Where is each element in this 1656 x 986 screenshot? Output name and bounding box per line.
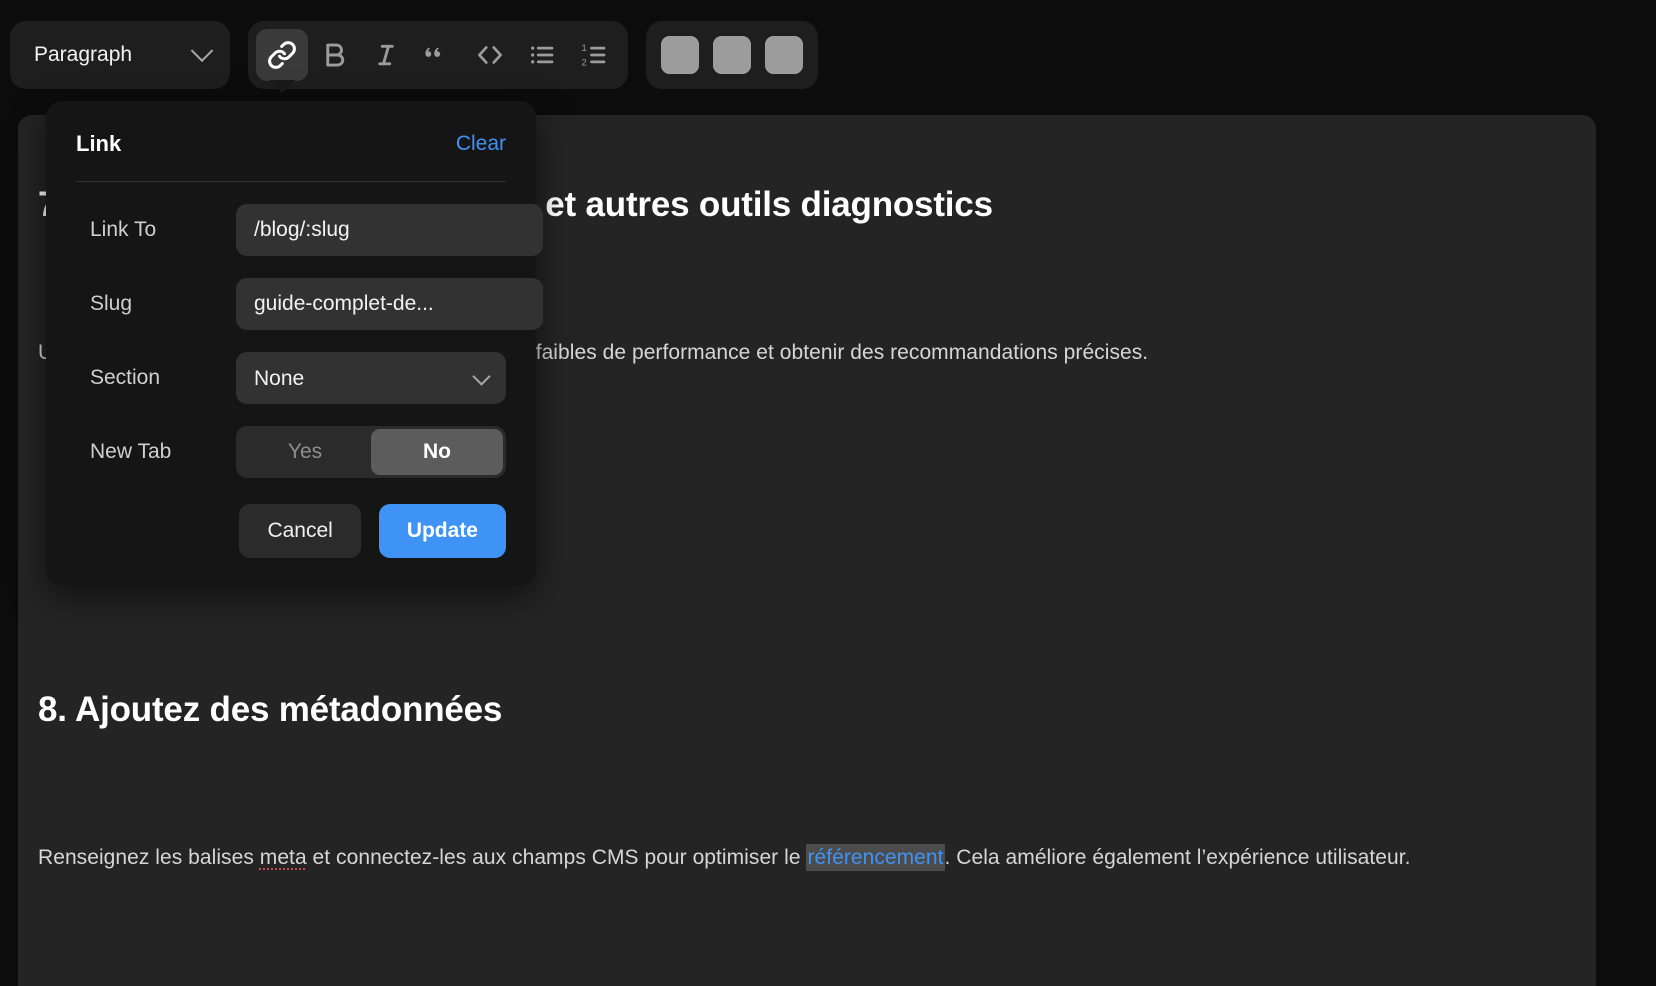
new-tab-toggle: Yes No xyxy=(236,426,506,478)
insert-embed-button[interactable] xyxy=(758,29,810,81)
section-select[interactable]: None xyxy=(236,352,506,404)
quote-button[interactable] xyxy=(412,29,464,81)
section-select-wrap: None xyxy=(236,352,506,404)
format-buttons-group: 1 2 xyxy=(248,21,628,93)
media-buttons-group xyxy=(646,21,818,89)
clear-link-button[interactable]: Clear xyxy=(456,132,506,156)
quote-icon xyxy=(423,40,453,70)
image-icon xyxy=(661,36,699,74)
slug-input[interactable] xyxy=(236,278,543,330)
slug-row: Slug xyxy=(76,278,543,330)
paragraph-8-text-2: et connectez-les aux champs CMS pour opt… xyxy=(306,846,807,869)
link-popover-title: Link xyxy=(76,131,122,156)
video-icon xyxy=(713,36,751,74)
link-popover: Link Clear Link To Slug Section None New… xyxy=(46,101,543,586)
section-row: Section None xyxy=(76,352,506,404)
insert-video-button[interactable] xyxy=(706,29,758,81)
embed-code-icon xyxy=(765,36,803,74)
new-tab-yes-button[interactable]: Yes xyxy=(239,429,371,475)
italic-button[interactable] xyxy=(360,29,412,81)
link-icon xyxy=(267,40,297,70)
editor-screen: 7. Utilisez PageSpeed Insights et autres… xyxy=(0,0,1656,986)
cancel-button[interactable]: Cancel xyxy=(239,504,361,558)
bold-button[interactable] xyxy=(308,29,360,81)
svg-text:1: 1 xyxy=(582,43,587,53)
bullet-list-button[interactable] xyxy=(516,29,568,81)
svg-text:2: 2 xyxy=(582,57,587,67)
block-style-group: Paragraph xyxy=(10,21,230,89)
italic-icon xyxy=(371,40,401,70)
link-button[interactable] xyxy=(256,29,308,93)
link-to-input[interactable] xyxy=(236,204,543,256)
slug-label: Slug xyxy=(90,292,133,315)
link-popover-header: Link Clear xyxy=(76,125,506,161)
link-to-label: Link To xyxy=(90,218,157,241)
update-button[interactable]: Update xyxy=(378,504,506,558)
document-paragraph-8: Renseignez les balises meta et connectez… xyxy=(38,838,1508,878)
numbered-list-icon: 1 2 xyxy=(579,40,609,70)
bold-icon xyxy=(319,40,349,70)
link-to-row: Link To xyxy=(76,204,543,256)
section-label: Section xyxy=(90,366,161,389)
block-style-dropdown[interactable]: Paragraph xyxy=(10,21,230,89)
paragraph-8-text-1: Renseignez les balises xyxy=(38,846,260,869)
document-heading-8: 8. Ajoutez des métadonnées xyxy=(38,690,503,729)
insert-image-button[interactable] xyxy=(654,29,706,81)
chevron-down-icon xyxy=(190,39,214,63)
bullet-list-icon xyxy=(527,40,557,70)
code-button[interactable] xyxy=(464,29,516,81)
numbered-list-button[interactable]: 1 2 xyxy=(568,29,620,81)
code-icon xyxy=(475,40,505,70)
block-style-value: Paragraph xyxy=(34,43,133,66)
divider xyxy=(76,181,506,182)
paragraph-8-text-3: . Cela améliore également l’expérience u… xyxy=(944,846,1411,869)
new-tab-row: New Tab Yes No xyxy=(76,426,506,478)
editor-toolbar: Paragraph 1 2 xyxy=(0,0,818,110)
new-tab-label: New Tab xyxy=(90,440,172,463)
link-popover-actions: Cancel Update xyxy=(76,504,506,558)
new-tab-no-button[interactable]: No xyxy=(371,429,503,475)
inline-link-referencement[interactable]: référencement xyxy=(806,844,945,871)
misspelled-word: meta xyxy=(259,846,307,869)
popover-tail xyxy=(269,80,295,93)
